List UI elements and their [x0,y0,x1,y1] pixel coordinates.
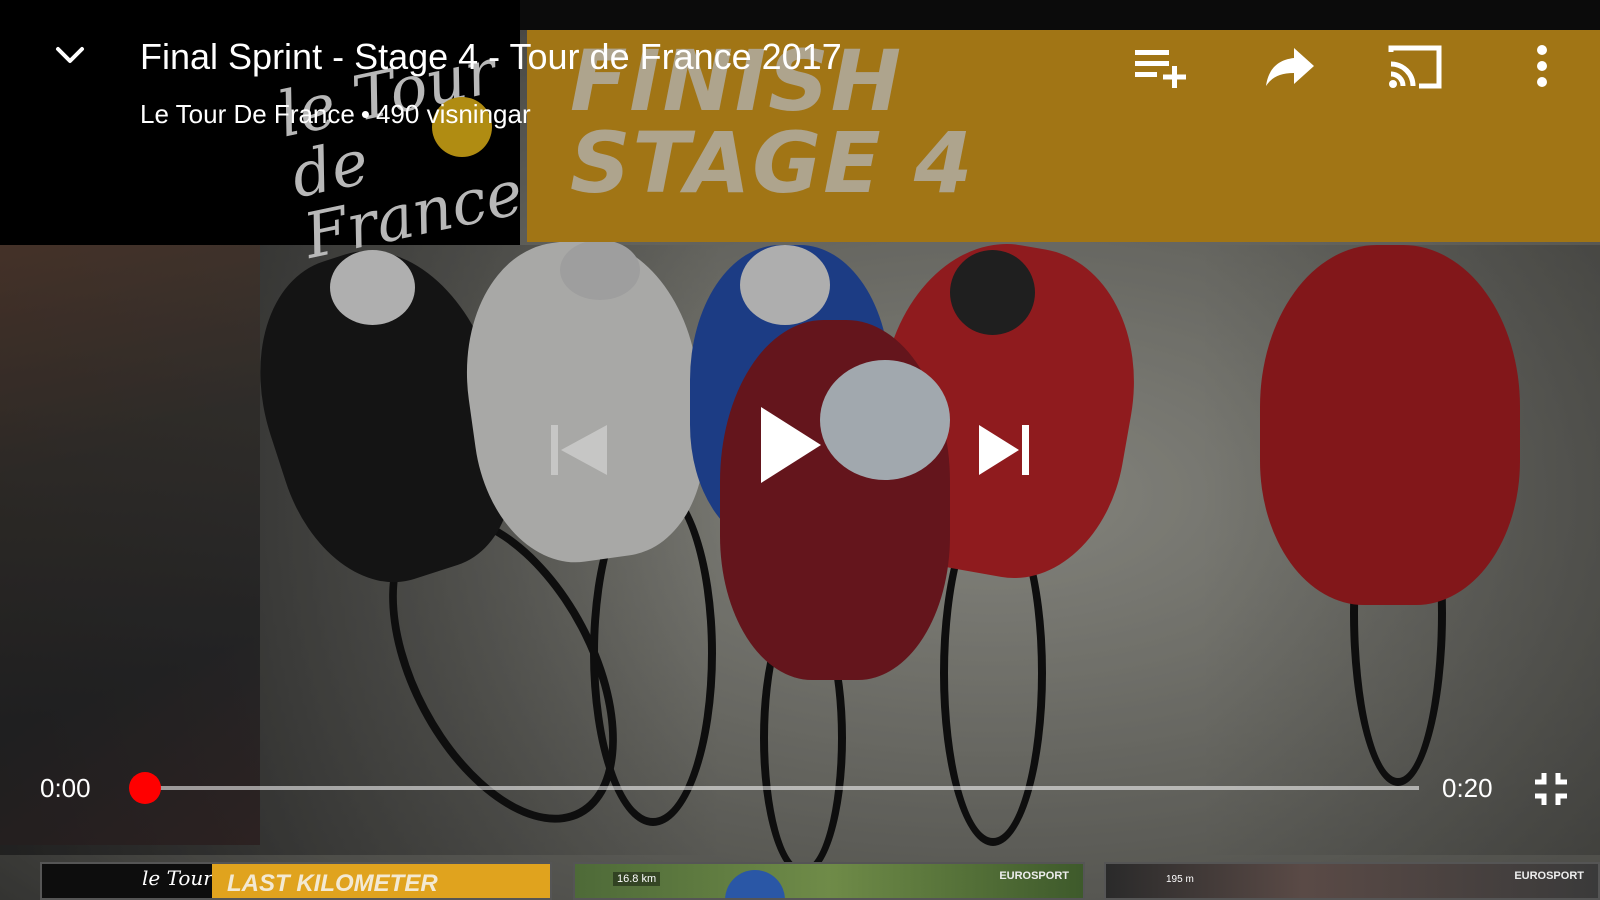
current-time: 0:00 [40,773,91,803]
seek-bar[interactable] [129,772,1419,804]
playlist-add-icon [1135,50,1186,88]
video-player[interactable]: le Tour de France FINISH STAGE 4 Final S… [0,0,1600,900]
suggested-videos: le Tour LAST KILOMETER 16.8 km EUROSPORT… [0,862,1600,900]
channel-name[interactable]: Le Tour De France [140,99,355,129]
thumbnail-stat: 16.8 km [613,872,661,886]
previous-button[interactable] [540,410,620,490]
skip-next-icon [979,425,1029,475]
next-button[interactable] [965,405,1045,495]
add-to-playlist-button[interactable] [1130,38,1190,94]
view-count: 490 visningar [375,99,531,129]
more-vertical-icon [1537,45,1547,87]
suggested-video-thumbnail[interactable]: le Tour LAST KILOMETER [40,862,552,900]
meta-separator: • [360,99,370,129]
seek-handle[interactable] [129,772,161,804]
thumbnail-banner-text: LAST KILOMETER [227,870,438,897]
suggested-video-thumbnail[interactable]: 16.8 km EUROSPORT [573,862,1085,900]
thumbnail-helmet [725,870,785,898]
thumbnail-channel-tag: EUROSPORT [1514,870,1584,882]
thumbnail-logo: le Tour [142,866,213,890]
cast-button[interactable] [1385,38,1445,94]
play-button[interactable] [745,395,835,495]
more-options-button[interactable] [1522,38,1562,94]
chevron-down-icon [56,47,84,63]
suggested-video-thumbnail[interactable]: 195 m EUROSPORT [1104,862,1600,900]
cast-icon [1388,45,1442,89]
thumbnail-channel-tag: EUROSPORT [999,870,1069,882]
video-duration: 0:20 [1442,773,1493,803]
video-title: Final Sprint - Stage 4 - Tour de France … [140,36,842,77]
exit-fullscreen-button[interactable] [1528,766,1574,812]
fullscreen-exit-icon [1535,773,1567,805]
thumbnail-stat: 195 m [1166,874,1194,885]
share-icon [1266,48,1314,86]
video-meta: Le Tour De France • 490 visningar [140,98,531,130]
play-icon [761,407,821,483]
share-button[interactable] [1260,38,1320,94]
collapse-button[interactable] [45,30,95,80]
skip-previous-icon [551,425,607,475]
